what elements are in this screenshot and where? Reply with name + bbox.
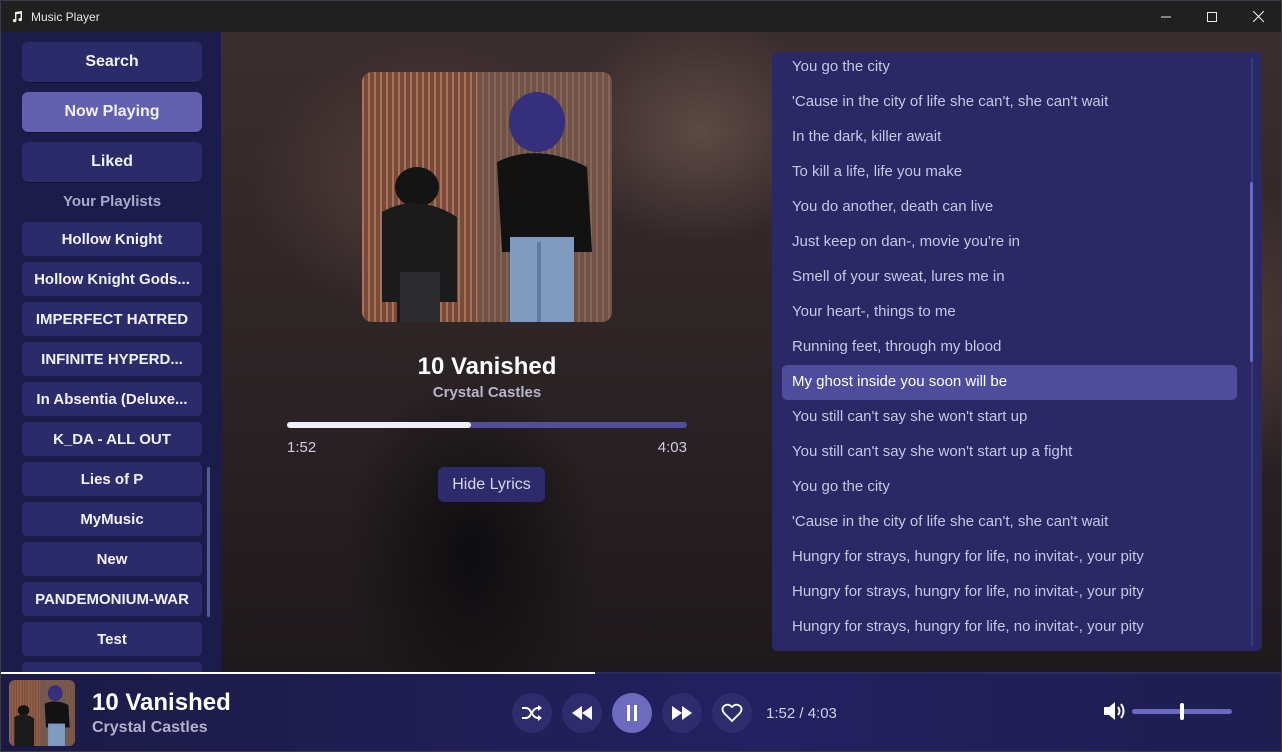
lyric-line[interactable]: You go the city (792, 58, 890, 75)
playlist-item[interactable]: Test (22, 622, 202, 656)
player-bar: 10 Vanished Crystal Castles 1:52 / 4:03 (1, 674, 1281, 751)
playlist-item[interactable]: MyMusic (22, 502, 202, 536)
progress-fill (287, 422, 471, 428)
lyric-line[interactable]: You do another, death can live (792, 198, 993, 215)
pause-button[interactable] (612, 693, 652, 733)
volume-icon[interactable] (1102, 700, 1128, 722)
shuffle-button[interactable] (512, 693, 552, 733)
playlist-item[interactable] (22, 662, 202, 672)
sidebar-liked-button[interactable]: Liked (22, 142, 202, 182)
previous-button[interactable] (562, 693, 602, 733)
close-button[interactable] (1235, 1, 1281, 32)
hide-lyrics-button[interactable]: Hide Lyrics (438, 467, 545, 502)
lyric-line[interactable]: Hungry for strays, hungry for life, no i… (792, 583, 1144, 600)
title-bar: Music Player (1, 1, 1281, 32)
lyric-line[interactable]: Smell of your sweat, lures me in (792, 268, 1005, 285)
pause-icon (627, 705, 637, 721)
lyrics-scroll-thumb[interactable] (1250, 182, 1253, 362)
sidebar-scrollbar[interactable] (207, 467, 210, 617)
playlist-item[interactable]: INFINITE HYPERD... (22, 342, 202, 376)
lyric-line[interactable]: Just keep on dan-, movie you're in (792, 233, 1020, 250)
player-song-artist: Crystal Castles (92, 719, 208, 736)
volume-slider-handle[interactable] (1180, 703, 1184, 720)
lyric-line[interactable]: You still can't say she won't start up a… (792, 443, 1072, 460)
lyric-line[interactable]: 'Cause in the city of life she can't, sh… (792, 513, 1108, 530)
playlist-item[interactable]: In Absentia (Deluxe... (22, 382, 202, 416)
music-note-icon (11, 10, 23, 23)
music-player-window: Music Player Search Now Playing Liked Yo… (0, 0, 1282, 752)
sidebar-search-button[interactable]: Search (22, 42, 202, 82)
lyric-line[interactable]: Hungry for strays, hungry for life, no i… (792, 618, 1144, 635)
playlists-heading: Your Playlists (62, 193, 162, 210)
lyric-line[interactable]: In the dark, killer await (792, 128, 941, 145)
minimize-button[interactable] (1143, 1, 1189, 32)
player-song-title: 10 Vanished (92, 689, 231, 716)
playlist-item[interactable]: K_DA - ALL OUT (22, 422, 202, 456)
window-title: Music Player (31, 9, 100, 24)
fast-forward-icon (672, 706, 692, 720)
playlist-item[interactable]: PANDEMONIUM-WAR (22, 582, 202, 616)
album-cover (362, 72, 612, 322)
lyric-line[interactable]: You still can't say she won't start up (792, 408, 1027, 425)
player-time-display: 1:52 / 4:03 (766, 705, 837, 722)
rewind-icon (572, 706, 592, 720)
lyric-line[interactable]: Your heart-, things to me (792, 303, 956, 320)
total-time: 4:03 (657, 439, 687, 456)
playlist-item[interactable]: Lies of P (22, 462, 202, 496)
lyric-line[interactable]: To kill a life, life you make (792, 163, 962, 180)
lyric-line[interactable]: You go the city (792, 478, 890, 495)
shuffle-icon (522, 705, 542, 721)
sidebar-now-playing-button[interactable]: Now Playing (22, 92, 202, 132)
playlist-item[interactable]: Hollow Knight (22, 222, 202, 256)
current-lyric-line[interactable]: My ghost inside you soon will be (792, 373, 1007, 390)
song-title: 10 Vanished (417, 353, 557, 380)
playlist-list: Hollow Knight Hollow Knight Gods... IMPE… (22, 222, 202, 672)
mini-album-cover[interactable] (9, 680, 75, 746)
current-time: 1:52 (287, 439, 317, 456)
close-icon (1252, 11, 1264, 22)
song-artist: Crystal Castles (432, 384, 542, 401)
lyric-line[interactable]: Hungry for strays, hungry for life, no i… (792, 548, 1144, 565)
minimize-icon (1161, 16, 1171, 17)
heart-icon (721, 703, 743, 723)
playlist-item[interactable]: Hollow Knight Gods... (22, 262, 202, 296)
lyrics-panel[interactable]: You go the city 'Cause in the city of lif… (772, 52, 1262, 651)
playlist-item[interactable]: New (22, 542, 202, 576)
maximize-button[interactable] (1189, 1, 1235, 32)
lyric-line[interactable]: 'Cause in the city of life she can't, sh… (792, 93, 1108, 110)
lyric-line[interactable]: Running feet, through my blood (792, 338, 1001, 355)
sidebar: Search Now Playing Liked Your Playlists … (1, 32, 221, 672)
maximize-icon (1207, 11, 1217, 22)
playlist-item[interactable]: IMPERFECT HATRED (22, 302, 202, 336)
next-button[interactable] (662, 693, 702, 733)
like-button[interactable] (712, 693, 752, 733)
progress-bar[interactable] (287, 422, 687, 428)
